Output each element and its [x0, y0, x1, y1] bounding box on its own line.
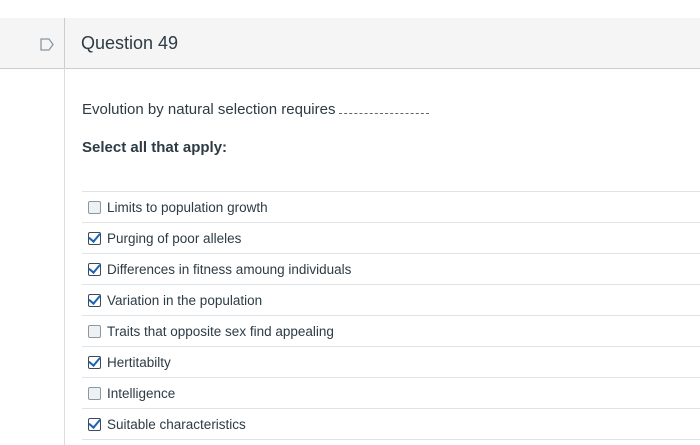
checkbox[interactable]: [88, 200, 101, 214]
answer-option[interactable]: Differences in fitness amoung individual…: [82, 253, 700, 284]
answer-blank: [339, 113, 430, 114]
checkbox[interactable]: [88, 324, 101, 338]
answer-options: Limits to population growth Purging of p…: [82, 191, 700, 440]
answer-option[interactable]: Suitable characteristics: [82, 408, 700, 440]
answer-option[interactable]: Limits to population growth: [82, 191, 700, 222]
option-label: Differences in fitness amoung individual…: [107, 261, 352, 277]
prompt-text: Evolution by natural selection requires: [82, 101, 336, 118]
answer-option[interactable]: Traits that opposite sex find appealing: [82, 315, 700, 346]
answer-option[interactable]: Hertitabilty: [82, 346, 700, 377]
select-all-instruction: Select all that apply:: [82, 139, 228, 156]
answer-option[interactable]: Variation in the population: [82, 284, 700, 315]
option-label: Hertitabilty: [107, 354, 171, 370]
checkbox[interactable]: [88, 293, 101, 307]
option-label: Suitable characteristics: [107, 416, 246, 432]
option-label: Limits to population growth: [107, 199, 268, 215]
option-label: Traits that opposite sex find appealing: [107, 323, 334, 339]
flag-icon[interactable]: [40, 38, 54, 51]
content-left-border: [64, 68, 65, 445]
question-prompt: Evolution by natural selection requires: [82, 101, 430, 118]
question-header: Question 49: [0, 18, 700, 69]
answer-option[interactable]: Intelligence: [82, 377, 700, 408]
checkbox[interactable]: [88, 355, 101, 369]
checkbox[interactable]: [88, 386, 101, 400]
option-label: Variation in the population: [107, 292, 263, 308]
header-divider: [64, 18, 65, 68]
question-title: Question 49: [81, 33, 179, 53]
checkbox[interactable]: [88, 231, 101, 245]
checkbox[interactable]: [88, 417, 101, 431]
answer-option[interactable]: Purging of poor alleles: [82, 222, 700, 253]
option-label: Intelligence: [107, 385, 176, 401]
checkbox[interactable]: [88, 262, 101, 276]
option-label: Purging of poor alleles: [107, 230, 242, 246]
